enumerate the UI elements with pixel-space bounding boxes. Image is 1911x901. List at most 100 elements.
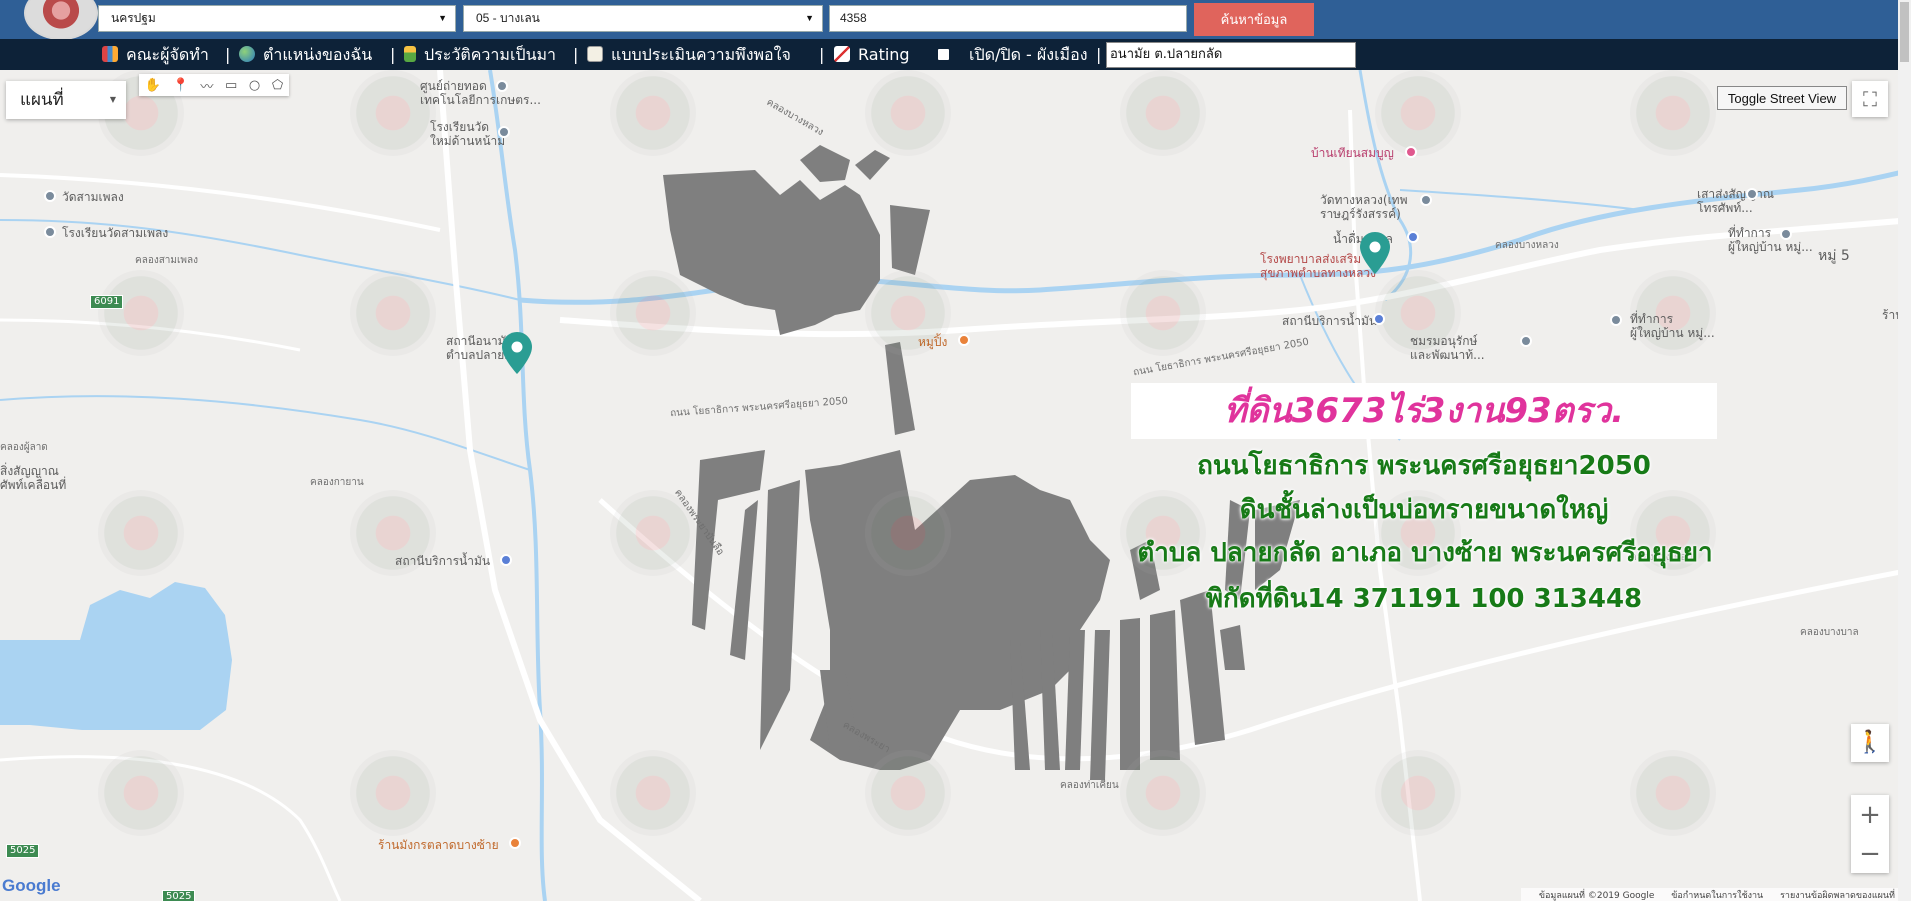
poi-marker[interactable] — [44, 226, 56, 238]
menu-item-history[interactable]: ประวัติความเป็นมา — [404, 39, 556, 70]
land-location-text: ตำบล ปลายกลัด อาเภอ บางซ้าย พระนครศรีอยุ… — [1137, 538, 1713, 568]
poi-label-wat-sampleng[interactable]: วัดสามเพลง — [62, 188, 124, 207]
chevron-down-icon: ▼ — [109, 95, 116, 104]
menu-item-my-location[interactable]: ตำแหน่งของฉัน — [239, 39, 372, 70]
parcel-strip-5 — [1120, 618, 1140, 770]
watermark-seal — [610, 750, 696, 836]
map-type-select[interactable]: แผนที่ ▼ — [6, 81, 126, 119]
canal-label: คลองสามเพลง — [135, 255, 199, 266]
canal-northeast — [1399, 189, 1641, 211]
polyline-icon[interactable]: 〰 — [200, 76, 213, 95]
parcel-north-3 — [855, 150, 890, 180]
poi-marker[interactable] — [1610, 314, 1622, 326]
canal-label: คลองท่าเคียน — [1060, 780, 1119, 791]
watermark-seal — [865, 70, 951, 156]
watermark-seal — [610, 270, 696, 356]
river-south — [488, 70, 547, 901]
parcel-number-input[interactable]: 4358 — [829, 5, 1187, 32]
menu-separator: | — [819, 45, 825, 64]
poi-label-moo5: หมู่ 5 — [1818, 248, 1850, 264]
poi-label-gas-1[interactable]: สถานีบริการน้ำมัน — [1282, 312, 1377, 331]
poi-label-restaurant-moo[interactable]: หมูปิ้ง — [918, 333, 947, 352]
menu-item-label: Rating — [858, 45, 910, 64]
map-type-label: แผนที่ — [20, 90, 64, 110]
hand-icon[interactable]: ✋ — [145, 78, 161, 93]
province-select-value: นครปฐม — [111, 11, 156, 25]
terms-link[interactable]: ข้อกำหนดในการใช้งาน — [1671, 891, 1763, 901]
poi-label-tower-left-2: ศัพท์เคลื่อนที่ — [0, 478, 67, 492]
circle-icon[interactable]: ○ — [249, 78, 260, 93]
watermark-seal — [865, 750, 951, 836]
poi-marker[interactable] — [1780, 228, 1792, 240]
road-shield-5025: 5025 — [6, 844, 40, 858]
menu-item-label: เปิด/ปิด - ผังเมือง — [969, 45, 1088, 64]
poi-marker[interactable] — [1420, 194, 1432, 206]
agency-logo — [24, 0, 98, 40]
canal-label: คลองบางหลวง — [1495, 240, 1559, 251]
report-error-link[interactable]: รายงานข้อผิดพลาดของแผนที่ — [1780, 891, 1895, 901]
parcel-north-4 — [890, 205, 930, 275]
google-logo[interactable]: Google — [2, 876, 61, 896]
land-road-text: ถนนโยธาธิการ พระนครศรีอยุธยา2050 — [1197, 451, 1651, 481]
rectangle-icon[interactable]: ▭ — [225, 78, 237, 93]
search-button[interactable]: ค้นหาข้อมูล — [1194, 3, 1314, 36]
menu-item-rating[interactable]: Rating — [834, 39, 910, 70]
poi-label-gas-2[interactable]: สถานีบริการน้ำมัน — [395, 552, 490, 571]
poi-marker[interactable] — [44, 190, 56, 202]
zoom-in-button[interactable]: + — [1851, 795, 1889, 834]
gas-marker[interactable] — [500, 554, 512, 566]
watermark-seal — [865, 490, 951, 576]
sprout-icon — [404, 46, 416, 62]
menu-item-survey[interactable]: แบบประเมินความพึงพอใจ — [587, 39, 791, 70]
poi-label-village-head-b-2: ผู้ใหญ่บ้าน หมู่... — [1630, 326, 1715, 340]
page-scrollbar[interactable] — [1898, 0, 1911, 901]
menu-item-zoning-toggle[interactable]: เปิด/ปิด - ผังเมือง — [938, 39, 1088, 70]
toggle-street-view-button[interactable]: Toggle Street View — [1717, 86, 1847, 110]
poi-label-school-sampleng[interactable]: โรงเรียนวัดสามเพลง — [62, 224, 168, 243]
road-shield-6091: 6091 — [90, 295, 124, 309]
menu-item-label: ตำแหน่งของฉัน — [263, 45, 373, 64]
menu-item-team[interactable]: คณะผู้จัดทำ — [102, 39, 209, 70]
polygon-icon[interactable]: ⬠ — [272, 78, 283, 93]
restaurant-marker[interactable] — [509, 837, 521, 849]
province-select[interactable]: นครปฐม ▼ — [98, 5, 456, 32]
canal-label: คลองผู้ลาด — [0, 442, 48, 453]
fullscreen-icon[interactable]: ⛶ — [1852, 81, 1888, 117]
poi-marker[interactable] — [1520, 335, 1532, 347]
menu-bar: คณะผู้จัดทำ | ตำแหน่งของฉัน | ประวัติควา… — [0, 39, 1911, 70]
poi-label-wat-thang-2: ราษฎร์รังสรรค์) — [1320, 207, 1401, 221]
zoom-control: + − — [1851, 795, 1889, 873]
top-search-bar: นครปฐม ▼ 05 - บางเลน ▼ 4358 ค้นหาข้อมูล — [0, 0, 1911, 40]
gas-marker[interactable] — [1373, 313, 1385, 325]
canal-west-2 — [0, 395, 531, 471]
menu-separator: | — [225, 45, 231, 64]
zoom-out-button[interactable]: − — [1851, 834, 1889, 873]
scrollbar-thumb[interactable] — [1900, 2, 1909, 62]
map-canvas[interactable]: ศูนย์ถ่ายทอด เทคโนโลยีการเกษตร... โรงเรี… — [0, 70, 1911, 901]
poi-search-input[interactable]: อนามัย ต.ปลายกลัด — [1106, 42, 1356, 68]
location-pin-icon[interactable] — [502, 332, 532, 374]
shop-marker[interactable] — [1405, 146, 1417, 158]
checkbox-icon[interactable] — [938, 49, 949, 60]
location-pin-icon[interactable] — [1360, 232, 1390, 274]
poi-marker[interactable] — [1746, 188, 1758, 200]
map-footer: ข้อมูลแผนที่ ©2019 Google ข้อกำหนดในการใ… — [1520, 888, 1899, 901]
notepad-icon — [587, 46, 603, 62]
poi-marker[interactable] — [1407, 231, 1419, 243]
watermark-seal — [98, 490, 184, 576]
watermark-seal — [1120, 270, 1206, 356]
pegman-icon[interactable]: 🚶 — [1851, 724, 1889, 762]
district-select[interactable]: 05 - บางเลน ▼ — [463, 5, 823, 32]
poi-label-ban-tien[interactable]: บ้านเทียนสมบูญ — [1311, 144, 1394, 163]
watermark-seal — [98, 270, 184, 356]
restaurant-marker[interactable] — [958, 334, 970, 346]
menu-item-label: ประวัติความเป็นมา — [424, 45, 557, 64]
poi-label-tower-2: โทรศัพท์... — [1697, 201, 1753, 215]
poi-search-value: อนามัย ต.ปลายกลัด — [1110, 47, 1223, 62]
watermark-seal — [1630, 70, 1716, 156]
poi-label-restaurant-bottom[interactable]: ร้านมังกรตลาดบางซ้าย — [378, 836, 499, 855]
watermark-seal — [610, 70, 696, 156]
watermark-seal — [350, 750, 436, 836]
parcel-neck — [885, 342, 915, 435]
marker-icon[interactable]: 📍 — [173, 78, 189, 93]
